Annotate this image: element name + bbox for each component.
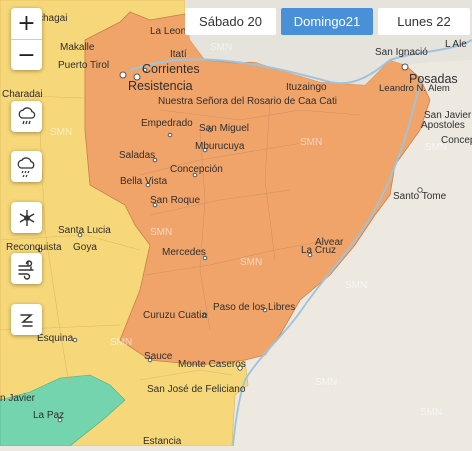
zoom-out-button[interactable]: − bbox=[11, 39, 42, 70]
place-label: La Cruz bbox=[301, 245, 336, 256]
zoom-control: + − bbox=[11, 8, 42, 70]
place-label: Corrientes bbox=[142, 62, 200, 76]
zoom-in-button[interactable]: + bbox=[11, 8, 42, 39]
dust-layer-button[interactable] bbox=[11, 304, 42, 335]
dust-icon bbox=[19, 313, 33, 327]
place-label: Leandro N. Alem bbox=[379, 83, 450, 94]
place-label: Goya bbox=[73, 242, 97, 253]
wind-icon bbox=[17, 259, 34, 280]
snowflake-icon bbox=[19, 209, 34, 226]
tab-lunes[interactable]: Lunes 22 bbox=[378, 8, 470, 35]
day-tabs: Sábado 20 Domingo21 Lunes 22 bbox=[185, 8, 472, 35]
storm-layer-button[interactable] bbox=[11, 151, 42, 182]
watermark: SMN bbox=[345, 280, 367, 291]
place-label: Bella Vista bbox=[120, 176, 168, 187]
place-label: Estancia bbox=[143, 436, 182, 446]
place-label: Saladas bbox=[119, 150, 155, 161]
place-label: Monte Caseros bbox=[178, 359, 246, 370]
tab-sabado[interactable]: Sábado 20 bbox=[185, 8, 276, 35]
watermark: SMN bbox=[240, 257, 262, 268]
place-label: Santo Tome bbox=[393, 191, 447, 202]
rain-layer-button[interactable] bbox=[11, 101, 42, 132]
place-label: Mercedes bbox=[162, 247, 206, 258]
place-label: Curuzu Cuatia bbox=[143, 310, 207, 321]
place-label: San Ignació bbox=[375, 47, 428, 58]
watermark: SMN bbox=[110, 337, 132, 348]
place-label: Reconquista bbox=[6, 242, 62, 253]
watermark: SMN bbox=[420, 407, 442, 418]
watermark: SMN bbox=[300, 137, 322, 148]
place-label: L Ale bbox=[445, 39, 467, 50]
place-label: chagai bbox=[38, 13, 67, 24]
storm-cloud-icon bbox=[17, 156, 34, 177]
place-label: Apostoles bbox=[421, 120, 465, 131]
watermark: SMN bbox=[50, 127, 72, 138]
place-label: Makalle bbox=[60, 42, 95, 53]
place-label: Concepción bbox=[170, 164, 223, 175]
place-label: La Leon bbox=[150, 26, 186, 37]
place-label: Puerto Tirol bbox=[58, 60, 109, 71]
rain-cloud-icon bbox=[18, 106, 35, 124]
place-label: Resistencia bbox=[128, 79, 193, 93]
place-label: Esquina bbox=[37, 333, 74, 344]
watermark: SMN bbox=[315, 377, 337, 388]
snow-layer-button[interactable] bbox=[11, 202, 42, 233]
place-label: La Paz bbox=[33, 410, 64, 421]
place-label: Mburucuya bbox=[195, 141, 245, 152]
place-label: Sauce bbox=[144, 351, 173, 362]
watermark: SMN bbox=[210, 42, 232, 53]
place-label: Ituzaingo bbox=[286, 82, 327, 93]
place-label: Empedrado bbox=[141, 118, 193, 129]
place-label: Itatí bbox=[170, 49, 187, 60]
place-label: Concep bbox=[441, 135, 472, 146]
place-label: n Javier bbox=[0, 393, 36, 404]
place-label: San José de Feliciano bbox=[147, 384, 246, 395]
place-label: Charadai bbox=[2, 89, 43, 100]
place-label: Nuestra Señora del Rosario de Caa Cati bbox=[158, 96, 337, 107]
place-label: Paso de los Libres bbox=[213, 302, 295, 313]
map-canvas: SMN SMN SMN SMN SMN SMN SMN SMN SMN SMN … bbox=[0, 0, 472, 447]
place-label: San Roque bbox=[150, 195, 200, 206]
tab-domingo[interactable]: Domingo21 bbox=[281, 8, 373, 35]
alert-map[interactable]: SMN SMN SMN SMN SMN SMN SMN SMN SMN SMN … bbox=[0, 0, 472, 447]
watermark: SMN bbox=[150, 227, 172, 238]
place-label: San Miguel bbox=[199, 123, 249, 134]
wind-layer-button[interactable] bbox=[11, 253, 42, 284]
place-label: Santa Lucia bbox=[58, 225, 111, 236]
